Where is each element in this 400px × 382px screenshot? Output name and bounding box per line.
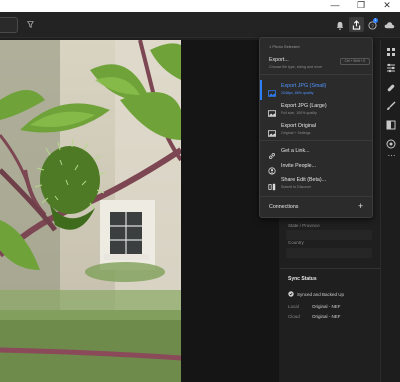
window-titlebar: — ❐ ✕ [0, 0, 400, 12]
right-rail: ⋯ [380, 40, 400, 382]
synced-check-icon [288, 291, 294, 298]
sliders-icon[interactable] [386, 60, 397, 73]
export-jpg-small-subtitle: 2048px, 85% quality [281, 91, 314, 95]
image-icon [268, 104, 276, 117]
get-link-title: Get a Link... [281, 148, 310, 154]
brush-icon[interactable] [386, 98, 397, 110]
menu-separator [260, 140, 372, 141]
svg-text:?: ? [371, 23, 374, 28]
maximize-button[interactable]: ❐ [352, 0, 370, 12]
get-link-item[interactable]: Get a Link... [260, 144, 372, 159]
export-title: Export... [269, 57, 289, 63]
share-icon [352, 19, 361, 30]
cloud-label: Cloud [288, 314, 300, 319]
export-jpg-large-item[interactable]: Export JPG (Large) Full size, 100% quali… [260, 100, 372, 118]
menu-separator [260, 74, 372, 75]
close-button[interactable]: ✕ [378, 0, 396, 12]
export-jpg-large-subtitle: Full size, 100% quality [281, 111, 317, 115]
export-jpg-small-title: Export JPG (Small) [281, 83, 327, 89]
menu-header: 1 Photo Selected [269, 44, 300, 49]
export-subtitle: Choose file type, sizing and more [269, 65, 323, 69]
photo-canvas[interactable] [0, 40, 181, 382]
minimize-button[interactable]: — [326, 0, 344, 12]
local-value: Original - NEF [312, 304, 341, 309]
local-label: Local [288, 304, 299, 309]
share-edit-icon [268, 178, 276, 191]
bell-icon[interactable] [335, 20, 345, 30]
search-input[interactable] [0, 17, 18, 33]
export-original-title: Export Original [281, 123, 317, 129]
export-jpg-large-title: Export JPG (Large) [281, 103, 327, 109]
grid-icon[interactable] [386, 44, 397, 56]
link-icon [268, 147, 276, 159]
share-button[interactable] [349, 17, 364, 32]
export-original-item[interactable]: Export Original Original + Settings [260, 120, 372, 138]
filter-icon[interactable] [26, 20, 34, 28]
sync-status-title: Sync Status [288, 276, 317, 282]
connections-item[interactable]: Connections + [260, 200, 372, 214]
cloud-icon[interactable] [383, 20, 395, 30]
cloud-value: Original - NEF [312, 314, 341, 319]
state-province-label: State / Province [288, 223, 320, 228]
share-edit-title: Share Edit (Beta)... [281, 177, 327, 183]
export-original-subtitle: Original + Settings [281, 131, 311, 135]
export-share-menu: 1 Photo Selected Export... Choose file t… [259, 37, 373, 218]
country-label: Country [288, 240, 304, 245]
people-icon [268, 162, 276, 175]
export-jpg-small-item[interactable]: Export JPG (Small) 2048px, 85% quality [260, 80, 372, 98]
invite-people-item[interactable]: Invite People... [260, 159, 372, 175]
image-icon [268, 84, 276, 97]
divider [280, 268, 380, 269]
sync-status-text: Synced and Backed Up [297, 292, 345, 297]
menu-separator [260, 196, 372, 197]
share-edit-subtitle: Submit to Discover [281, 185, 312, 189]
state-province-field[interactable] [286, 230, 372, 240]
radial-filter-icon[interactable] [386, 136, 397, 149]
connections-label: Connections [269, 204, 299, 210]
share-edit-item[interactable]: Share Edit (Beta)... Submit to Discover [260, 174, 372, 192]
image-icon [268, 124, 276, 137]
export-shortcut: Ctrl + Shift + E [340, 58, 370, 65]
add-connection-icon[interactable]: + [358, 201, 363, 211]
country-field[interactable] [286, 248, 372, 258]
more-icon[interactable]: ⋯ [386, 152, 397, 163]
notification-badge: 1 [373, 18, 378, 23]
presets-icon[interactable] [386, 117, 397, 130]
bandage-icon[interactable] [386, 80, 397, 92]
export-item[interactable]: Export... Choose file type, sizing and m… [260, 54, 372, 72]
invite-people-title: Invite People... [281, 163, 317, 169]
